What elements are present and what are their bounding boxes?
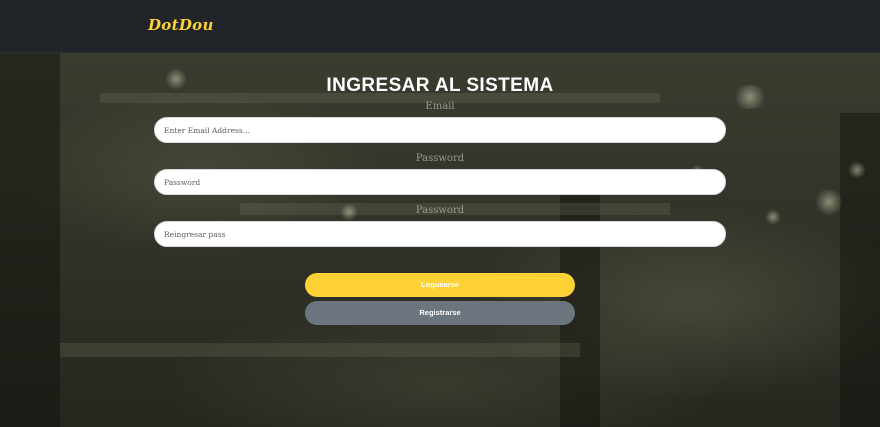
password-label: Password	[415, 153, 465, 164]
email-field[interactable]	[154, 117, 726, 143]
password-confirm-field[interactable]	[154, 221, 726, 247]
page-title: INGRESAR AL SISTEMA	[326, 75, 554, 96]
password-confirm-label: Password	[415, 205, 465, 216]
login-button[interactable]: Loguearse	[305, 273, 575, 297]
password-field[interactable]	[154, 169, 726, 195]
register-button[interactable]: Registrarse	[305, 301, 575, 325]
login-form: INGRESAR AL SISTEMA Email Password Passw…	[0, 53, 880, 427]
navbar: DotDou	[0, 0, 880, 53]
brand-logo[interactable]: DotDou	[148, 16, 214, 34]
email-label: Email	[425, 101, 455, 112]
